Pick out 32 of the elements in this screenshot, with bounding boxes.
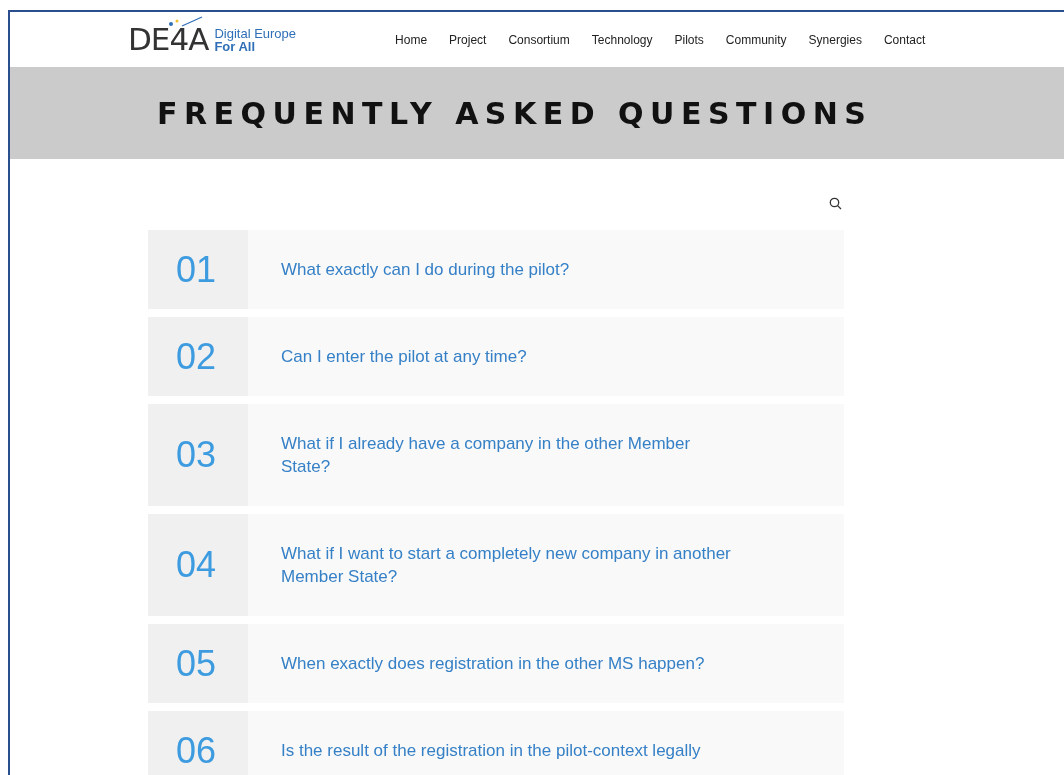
faq-item[interactable]: 04 What if I want to start a completely new company in another Member State?	[148, 514, 844, 616]
question-text: What exactly can I do during the pilot?	[281, 259, 570, 281]
nav-link[interactable]: Consortium	[497, 32, 581, 47]
logo-wordmark: DE4A	[128, 24, 209, 55]
question-text: When exactly does registration in the other MS happen?	[281, 653, 705, 675]
faq-item[interactable]: 02 Can I enter the pilot at any time?	[148, 317, 844, 396]
logo-tagline: Digital Europe	[214, 26, 297, 40]
nav-link[interactable]: Community	[714, 32, 798, 47]
stars-icon	[168, 16, 204, 28]
nav-link[interactable]: Synergies	[797, 32, 873, 47]
nav-link[interactable]: Home	[384, 32, 439, 47]
nav-link[interactable]: Contact	[872, 32, 937, 47]
question-text: Is the result of the registration in the pilot-context legally	[281, 740, 701, 762]
question-number: 01	[175, 248, 217, 291]
faq-item[interactable]: 01 What exactly can I do during the pilot?	[148, 230, 844, 309]
faq-item[interactable]: 03 What if I already have a company in the other Member State?	[148, 404, 844, 506]
question-text: What if I want to start a completely new company in another Member State?	[281, 543, 732, 588]
logo-tagline: For All	[214, 39, 256, 53]
faq-item[interactable]: 05 When exactly does registration in the other MS happen?	[148, 624, 844, 703]
question-number: 03	[175, 434, 217, 476]
nav-link[interactable]: Pilots	[663, 32, 715, 47]
question-text: What if I already have a company in the other Member State?	[281, 433, 692, 478]
nav-link[interactable]: Project	[438, 32, 498, 47]
question-number: 05	[175, 642, 217, 685]
nav-link[interactable]: Technology	[580, 32, 664, 47]
question-number: 02	[175, 335, 217, 378]
search-icon[interactable]	[829, 197, 842, 210]
page-title: FREQUENTLY ASKED QUESTIONS	[157, 95, 873, 131]
question-text: Can I enter the pilot at any time?	[281, 346, 527, 368]
question-number: 04	[175, 544, 217, 586]
question-number: 06	[175, 729, 217, 772]
faq-item[interactable]: 06 Is the result of the registration in the pilot-context legally	[148, 711, 844, 775]
